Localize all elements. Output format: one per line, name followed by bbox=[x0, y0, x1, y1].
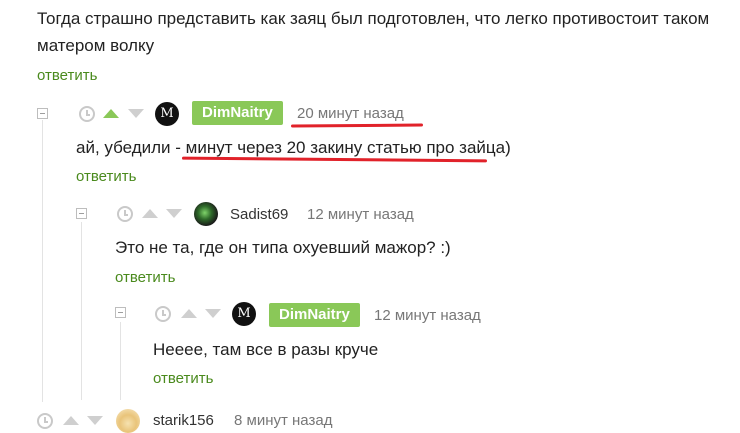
upvote-icon[interactable] bbox=[63, 416, 79, 425]
clock-icon bbox=[155, 306, 171, 322]
author-badge[interactable]: DimNaitry bbox=[269, 303, 360, 327]
downvote-icon[interactable] bbox=[166, 209, 182, 218]
comment-time: 8 минут назад bbox=[234, 412, 333, 429]
clock-icon bbox=[37, 413, 53, 429]
author-name[interactable]: starik156 bbox=[153, 411, 214, 431]
comment-time: 20 минут назад bbox=[297, 105, 404, 122]
comment-text-part: ) bbox=[505, 138, 511, 157]
downvote-icon[interactable] bbox=[87, 416, 103, 425]
comment-text-line2: матером волку bbox=[37, 36, 155, 55]
collapse-toggle[interactable] bbox=[76, 208, 87, 219]
author-badge[interactable]: DimNaitry bbox=[192, 101, 283, 125]
clock-icon bbox=[79, 106, 95, 122]
comment-time: 12 минут назад bbox=[374, 307, 481, 324]
downvote-icon[interactable] bbox=[128, 109, 144, 118]
author-name[interactable]: Sadist69 bbox=[230, 205, 288, 225]
reply-link[interactable]: ответить bbox=[153, 370, 213, 387]
upvote-icon[interactable] bbox=[103, 109, 119, 118]
avatar[interactable] bbox=[194, 202, 218, 226]
avatar[interactable]: M bbox=[232, 302, 256, 326]
thread-line bbox=[81, 222, 82, 400]
downvote-icon[interactable] bbox=[205, 309, 221, 318]
comment-time: 12 минут назад bbox=[307, 206, 414, 223]
avatar[interactable] bbox=[116, 409, 140, 433]
reply-link[interactable]: ответить bbox=[76, 168, 136, 185]
thread-line bbox=[42, 120, 43, 402]
annotation-underline bbox=[290, 123, 424, 128]
comment-text: Это не та, где он типа охуевший мажор? :… bbox=[115, 238, 451, 257]
comment-text: Нееее, там все в разы круче bbox=[153, 340, 379, 359]
clock-icon bbox=[117, 206, 133, 222]
collapse-toggle[interactable] bbox=[115, 307, 126, 318]
upvote-icon[interactable] bbox=[142, 209, 158, 218]
avatar[interactable]: M bbox=[155, 102, 179, 126]
upvote-icon[interactable] bbox=[181, 309, 197, 318]
collapse-toggle[interactable] bbox=[37, 108, 48, 119]
comment-text-highlight: минут через 20 закину статью про зайца bbox=[185, 138, 506, 157]
comment-text-part: ай, убедили - bbox=[76, 138, 186, 157]
reply-link[interactable]: ответить bbox=[115, 269, 175, 286]
thread-line bbox=[120, 322, 121, 400]
comment-text: ай, убедили - минут через 20 закину стат… bbox=[76, 135, 511, 160]
reply-link[interactable]: ответить bbox=[37, 67, 97, 84]
comment-text-line1: Тогда страшно представить как заяц был п… bbox=[37, 9, 710, 28]
